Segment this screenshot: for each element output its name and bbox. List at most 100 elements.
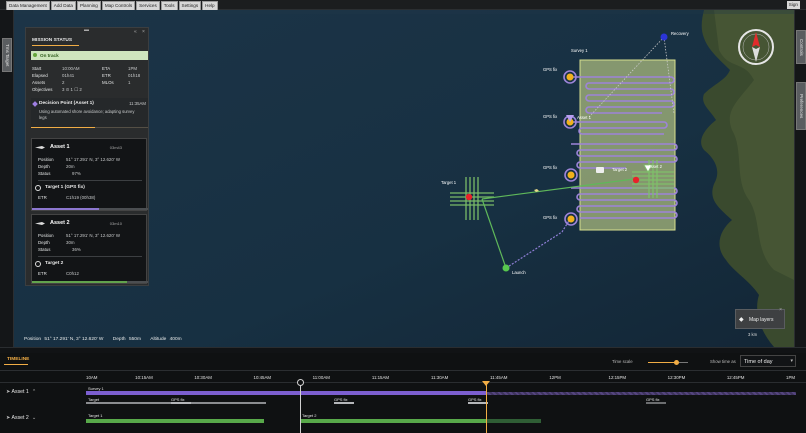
decision-text: Using automated shore avoidance; adaptin… <box>39 109 135 120</box>
time-tick-label: 12:30PM <box>667 375 686 380</box>
depth-label: Depth <box>38 240 50 245</box>
timeline-bar-label: Survey 1 <box>88 386 104 391</box>
gps-fix-label: GPS fix <box>543 114 558 119</box>
etr-label: ETR <box>38 195 47 200</box>
timeline-panel: TIMELINE Time scale Show time as Time of… <box>0 353 806 433</box>
timeline-bar-label: Target <box>88 397 100 402</box>
show-time-label: Show time as <box>710 359 736 364</box>
gps-fix-marker[interactable] <box>567 215 575 223</box>
timeline-row-asset-2[interactable]: ➤ Asset 2 ⌄ Target 1 Target 2 <box>0 409 806 433</box>
etr-value: C0h12 <box>66 271 79 276</box>
launch-marker[interactable] <box>502 264 510 272</box>
chevron-down-icon[interactable]: ⌄ <box>32 415 36 421</box>
tab-timeline[interactable]: TIMELINE <box>7 357 29 362</box>
tab-controls[interactable]: Controls <box>796 30 806 64</box>
time-tick-label: 11:45AM <box>490 375 508 380</box>
chevron-up-icon[interactable]: ⌃ <box>32 389 36 395</box>
depth-value: 550m <box>128 337 141 342</box>
tab-underline <box>4 364 28 365</box>
top-menu-bar: Data Management Add Data Planning Map Contr… <box>0 0 806 11</box>
time-scale-knob[interactable] <box>674 360 679 365</box>
close-icon[interactable]: × <box>142 29 145 35</box>
depth-value: 20m <box>66 164 75 169</box>
panel-title: MISSION STATUS <box>32 38 73 43</box>
asset-progress <box>32 208 148 210</box>
mission-status-panel: ▬ « × MISSION STATUS On track Start 10:0… <box>25 27 149 286</box>
timeline-bar[interactable] <box>334 402 354 404</box>
vehicle-icon <box>35 222 45 225</box>
timeline-bar-planned[interactable] <box>486 392 796 395</box>
altitude-value: 400m <box>169 337 182 342</box>
position-label: Position <box>38 157 54 162</box>
time-format-select[interactable]: Time of day ▾ <box>740 355 796 367</box>
timeline-row-asset-1[interactable]: ➤ Asset 1 ⌃ Survey 1 Target GPS fix GPS f… <box>0 385 806 409</box>
asset-progress-fill <box>32 281 128 283</box>
target-name: Target 2 <box>45 261 64 266</box>
row-label: ➤ Asset 2 ⌄ <box>6 415 36 421</box>
camera-icon <box>596 167 604 173</box>
decision-point[interactable]: Decision Point (Asset 1) 11:35AM Using a… <box>31 98 148 128</box>
survey-area[interactable] <box>579 59 676 231</box>
close-icon[interactable]: × <box>779 307 782 313</box>
field-label: Start <box>32 66 42 71</box>
time-tick-label: 11:30AM <box>431 375 449 380</box>
battery-badge: 03m43 <box>109 145 122 150</box>
status-label: Status <box>38 247 51 252</box>
tab-tms-target[interactable]: Tms Target <box>2 38 12 72</box>
asset-1-label: Asset 1 <box>577 115 591 120</box>
timeline-bar[interactable] <box>86 419 264 423</box>
map-layers-button[interactable]: ◆ Map layers × <box>735 307 785 329</box>
battery-badge: 03m10 <box>109 221 122 226</box>
etr-label: ETR <box>38 271 47 276</box>
timeline-bar[interactable] <box>646 402 666 404</box>
timeline-bar[interactable] <box>86 391 486 395</box>
gps-fix-label: GPS fix <box>543 215 558 220</box>
right-rail: Controls Preferences <box>794 10 806 347</box>
current-time-line <box>486 382 487 433</box>
decision-progress-fill <box>31 127 96 128</box>
collapse-icon[interactable]: « <box>134 29 137 35</box>
gps-fix-marker[interactable] <box>566 73 574 81</box>
recovery-marker[interactable] <box>660 33 668 41</box>
field-label: ETA <box>102 66 111 71</box>
timeline-bar[interactable] <box>171 402 191 404</box>
current-time-marker[interactable] <box>482 381 490 386</box>
position-value: 51° 17.291' N, 3° 12.620' W <box>44 337 104 342</box>
tab-preferences[interactable]: Preferences <box>796 82 806 130</box>
status-label: Status <box>38 171 51 176</box>
target-name: Target 1 (GPS fix) <box>45 185 85 190</box>
depth-label: Depth <box>38 164 50 169</box>
time-scale-slider[interactable] <box>648 362 688 363</box>
row-label: ➤ Asset 1 ⌃ <box>6 389 36 395</box>
timeline-bar-planned[interactable] <box>486 419 541 423</box>
decision-title: Decision Point (Asset 1) <box>39 101 94 106</box>
field-value: 01h41 <box>62 73 75 78</box>
depth-value: 30m <box>66 240 75 245</box>
time-tick-label: 1PM <box>786 375 796 380</box>
timeline-bar[interactable] <box>468 402 488 404</box>
drag-handle-icon[interactable]: ▬ <box>84 27 89 33</box>
target-icon <box>35 185 41 191</box>
timeline-bar[interactable] <box>300 419 486 423</box>
target-2-marker[interactable] <box>632 176 640 184</box>
time-tick-label: 12:15PM <box>608 375 627 380</box>
compass-icon[interactable] <box>737 28 775 66</box>
panel-title-underline <box>32 45 79 46</box>
asset-card[interactable]: Asset 2 03m10 Position 51° 17.291' N, 3°… <box>31 214 148 284</box>
timeline-bar-label: Target 2 <box>302 413 317 418</box>
asset-progress-fill <box>32 208 100 210</box>
field-label: MLOs <box>102 80 114 85</box>
time-format-value: Time of day <box>744 359 773 365</box>
field-value: 3 ⊙ 1 ☐ 2 <box>62 87 82 92</box>
map-layers-label: Map layers <box>749 317 774 323</box>
timeline-bar-label: GPS fix <box>334 397 348 402</box>
gps-fix-marker[interactable] <box>567 171 575 179</box>
field-label: Assets <box>32 80 46 85</box>
clock-icon[interactable] <box>297 379 304 386</box>
sign-in-button[interactable]: Sign <box>786 1 800 9</box>
time-tick-label: 10:45AM <box>253 375 272 380</box>
timeline-bar-label: GPS fix <box>171 397 185 402</box>
vehicle-icon <box>35 146 45 149</box>
target-1-marker[interactable] <box>465 193 473 201</box>
asset-card[interactable]: Asset 1 03m43 Position 51° 17.291' N, 3°… <box>31 138 148 211</box>
